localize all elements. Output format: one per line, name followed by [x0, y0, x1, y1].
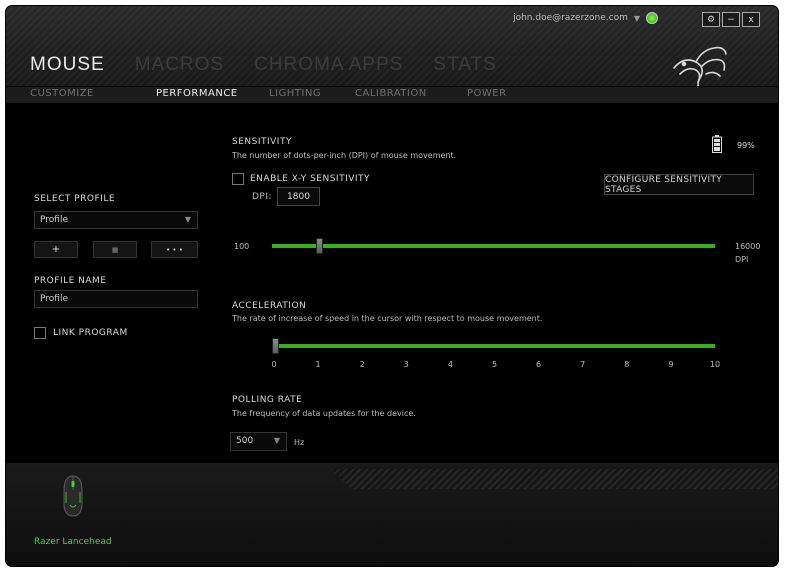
tab-macros[interactable]: MACROS — [135, 54, 224, 76]
chevron-down-icon[interactable]: ▼ — [634, 14, 640, 23]
tab-power[interactable]: POWER — [467, 88, 507, 99]
mouse-device-image[interactable] — [62, 475, 84, 517]
more-options-button[interactable]: • • • — [151, 241, 198, 258]
profile-name-value: Profile — [40, 294, 68, 304]
tab-performance[interactable]: PERFORMANCE — [156, 88, 238, 99]
tab-lighting[interactable]: LIGHTING — [269, 88, 321, 99]
sensitivity-max-unit: DPI — [735, 255, 749, 264]
delete-profile-button[interactable]: ■ — [93, 241, 137, 258]
user-area: john.doe@razerzone.com ▼ — [513, 12, 658, 24]
sensitivity-title: SENSITIVITY — [232, 137, 292, 147]
enable-xy-label: ENABLE X-Y SENSITIVITY — [250, 174, 371, 184]
chevron-down-icon: ▼ — [184, 215, 191, 224]
polling-rate-description: The frequency of data updates for the de… — [232, 409, 416, 418]
header: john.doe@razerzone.com ▼ ⚙ − x MOUSE MAC… — [6, 6, 778, 104]
profile-actions: + ■ • • • — [34, 241, 198, 259]
configure-sensitivity-stages-button[interactable]: CONFIGURE SENSITIVITY STAGES — [604, 174, 754, 195]
synapse-window: john.doe@razerzone.com ▼ ⚙ − x MOUSE MAC… — [6, 6, 778, 566]
acceleration-tick: 2 — [359, 360, 365, 369]
acceleration-tick: 9 — [668, 360, 674, 369]
sensitivity-slider-thumb[interactable] — [316, 238, 324, 254]
acceleration-tick: 3 — [403, 360, 409, 369]
battery-icon — [712, 135, 722, 153]
sub-tabs: CUSTOMIZE PERFORMANCE LIGHTING CALIBRATI… — [6, 86, 778, 104]
sensitivity-slider-track[interactable] — [272, 244, 715, 248]
minimize-button[interactable]: − — [722, 12, 740, 27]
acceleration-tick: 4 — [447, 360, 453, 369]
dpi-input[interactable]: 1800 — [277, 187, 320, 206]
tab-mouse[interactable]: MOUSE — [30, 54, 105, 76]
main-tabs: MOUSE MACROS CHROMA APPS STATS — [30, 54, 527, 76]
polling-rate-select[interactable]: 500 ▼ — [230, 432, 287, 451]
tab-calibration[interactable]: CALIBRATION — [355, 88, 427, 99]
online-status-icon — [646, 12, 658, 24]
content: SELECT PROFILE Profile ▼ + ■ • • • PROFI… — [6, 103, 778, 463]
acceleration-slider-track[interactable] — [274, 344, 715, 348]
acceleration-tick: 1 — [315, 360, 321, 369]
device-name[interactable]: Razer Lancehead — [34, 537, 112, 547]
enable-xy-checkbox[interactable] — [232, 173, 244, 185]
acceleration-title: ACCELERATION — [232, 301, 307, 311]
battery-percent: 99% — [737, 141, 755, 150]
polling-rate-title: POLLING RATE — [232, 395, 303, 405]
window-controls: ⚙ − x — [702, 12, 760, 27]
dpi-label: DPI: — [252, 192, 273, 202]
select-profile-label: SELECT PROFILE — [34, 194, 116, 204]
tab-customize[interactable]: CUSTOMIZE — [30, 88, 94, 99]
acceleration-tick: 5 — [491, 360, 498, 369]
polling-rate-unit: Hz — [294, 438, 305, 447]
footer-texture — [331, 469, 778, 489]
add-profile-button[interactable]: + — [34, 241, 78, 258]
acceleration-slider-thumb[interactable] — [272, 338, 279, 354]
sensitivity-max-label: 16000 — [735, 242, 761, 251]
profile-name-label: PROFILE NAME — [34, 276, 107, 286]
device-footer: Razer Lancehead — [6, 463, 778, 566]
tab-stats[interactable]: STATS — [433, 54, 496, 76]
acceleration-tick: 7 — [580, 360, 586, 369]
polling-rate-value: 500 — [236, 436, 254, 446]
close-button[interactable]: x — [742, 12, 760, 27]
settings-icon[interactable]: ⚙ — [702, 12, 720, 27]
profile-select[interactable]: Profile ▼ — [34, 211, 198, 229]
acceleration-tick: 0 — [271, 360, 277, 369]
link-program-label: LINK PROGRAM — [53, 328, 128, 338]
user-email[interactable]: john.doe@razerzone.com — [513, 13, 628, 23]
acceleration-tick: 6 — [536, 360, 542, 369]
sensitivity-min-label: 100 — [234, 242, 250, 251]
profile-select-value: Profile — [40, 215, 68, 225]
acceleration-tick: 8 — [624, 360, 630, 369]
sensitivity-description: The number of dots-per-inch (DPI) of mou… — [232, 151, 457, 160]
link-program-checkbox[interactable] — [34, 327, 46, 339]
acceleration-description: The rate of increase of speed in the cur… — [232, 314, 543, 323]
chevron-down-icon: ▼ — [273, 436, 280, 445]
tab-chroma-apps[interactable]: CHROMA APPS — [254, 54, 403, 76]
acceleration-tick: 10 — [709, 360, 721, 369]
profile-name-input[interactable]: Profile — [34, 290, 198, 308]
